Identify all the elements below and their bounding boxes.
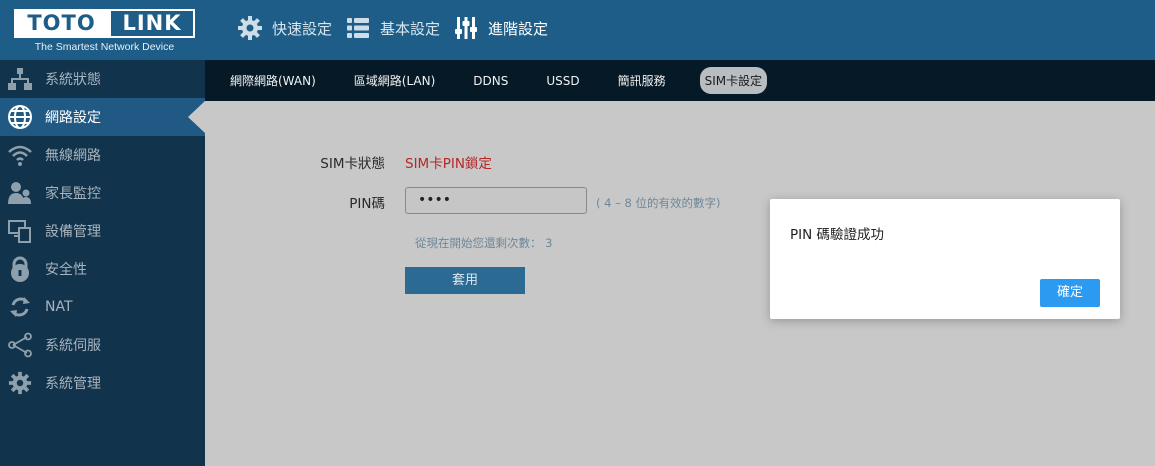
dialog-ok-button[interactable]: 確定	[1040, 279, 1100, 307]
network-status-icon	[6, 65, 34, 93]
gear-icon	[6, 369, 34, 397]
sim-status-value: SIM卡PIN鎖定	[405, 156, 492, 172]
sidebar-item-label: 系統管理	[45, 376, 101, 392]
logo-wordmark: TOTO LINK	[14, 9, 195, 38]
pin-success-dialog: PIN 碼驗證成功 確定	[770, 199, 1120, 319]
sidebar-item-device-management[interactable]: 設備管理	[0, 212, 205, 250]
sim-status-label: SIM卡狀態	[320, 156, 385, 172]
pin-hint: ( 4 – 8 位的有效的數字)	[596, 196, 721, 210]
brand-logo[interactable]: TOTO LINK The Smartest Network Device	[14, 9, 195, 55]
top-nav-label: 進階設定	[488, 19, 549, 38]
dialog-message: PIN 碼驗證成功	[790, 227, 885, 243]
top-nav-label: 基本設定	[380, 19, 441, 38]
share-icon	[6, 331, 34, 359]
top-header: TOTO LINK The Smartest Network Device 快速…	[0, 0, 1155, 60]
sidebar-item-system-management[interactable]: 系統管理	[0, 364, 205, 402]
sidebar-item-label: 網路設定	[45, 110, 101, 126]
sidebar: 系統狀態 網路設定 無線網路 家長監控 設備管理 安全性 NAT 系統伺服 系統…	[0, 60, 205, 466]
pin-input[interactable]: ••••	[405, 187, 587, 214]
sidebar-item-parental-control[interactable]: 家長監控	[0, 174, 205, 212]
sliders-icon	[452, 14, 480, 42]
tab-sms[interactable]: 簡訊服務	[614, 68, 670, 93]
sub-nav: 網際網路(WAN) 區域網路(LAN) DDNS USSD 簡訊服務 SIM卡設…	[205, 60, 1155, 101]
apply-button[interactable]: 套用	[405, 267, 525, 294]
sidebar-item-wireless[interactable]: 無線網路	[0, 136, 205, 174]
sidebar-item-label: 設備管理	[45, 224, 101, 240]
tab-ddns[interactable]: DDNS	[469, 70, 512, 92]
lock-icon	[6, 255, 34, 283]
sidebar-item-label: 無線網路	[45, 148, 101, 164]
tab-ussd[interactable]: USSD	[542, 70, 583, 92]
remaining-attempts: 從現在開始您還剩次數： 3	[415, 236, 553, 250]
pin-label: PIN碼	[349, 196, 385, 212]
devices-icon	[6, 217, 34, 245]
refresh-icon	[6, 293, 34, 321]
top-nav-label: 快速設定	[272, 19, 333, 38]
logo-right-text: LINK	[109, 9, 195, 38]
sidebar-item-system-services[interactable]: 系統伺服	[0, 326, 205, 364]
top-nav-basic-setup[interactable]: 基本設定	[344, 14, 440, 42]
sidebar-item-network-settings[interactable]: 網路設定	[0, 98, 205, 136]
top-nav-advanced-setup[interactable]: 進階設定	[452, 14, 548, 42]
wifi-icon	[6, 141, 34, 169]
sidebar-item-system-status[interactable]: 系統狀態	[0, 60, 205, 98]
sidebar-item-label: 系統伺服	[45, 338, 101, 354]
sidebar-item-label: NAT	[45, 299, 73, 315]
top-nav: 快速設定 基本設定 進階設定	[236, 13, 560, 43]
list-icon	[344, 14, 372, 42]
tab-lan[interactable]: 區域網路(LAN)	[350, 68, 440, 93]
brand-tagline: The Smartest Network Device	[34, 41, 175, 53]
logo-left-text: TOTO	[14, 9, 109, 38]
globe-icon	[6, 103, 34, 131]
tab-wan[interactable]: 網際網路(WAN)	[226, 68, 320, 93]
top-nav-quick-setup[interactable]: 快速設定	[236, 14, 332, 42]
sidebar-item-label: 系統狀態	[45, 72, 101, 88]
sidebar-item-label: 家長監控	[45, 186, 101, 202]
parental-control-icon	[6, 179, 34, 207]
tab-sim-settings[interactable]: SIM卡設定	[699, 67, 768, 94]
sidebar-item-security[interactable]: 安全性	[0, 250, 205, 288]
sidebar-item-nat[interactable]: NAT	[0, 288, 205, 326]
sidebar-item-label: 安全性	[45, 262, 87, 278]
gear-icon	[236, 14, 264, 42]
